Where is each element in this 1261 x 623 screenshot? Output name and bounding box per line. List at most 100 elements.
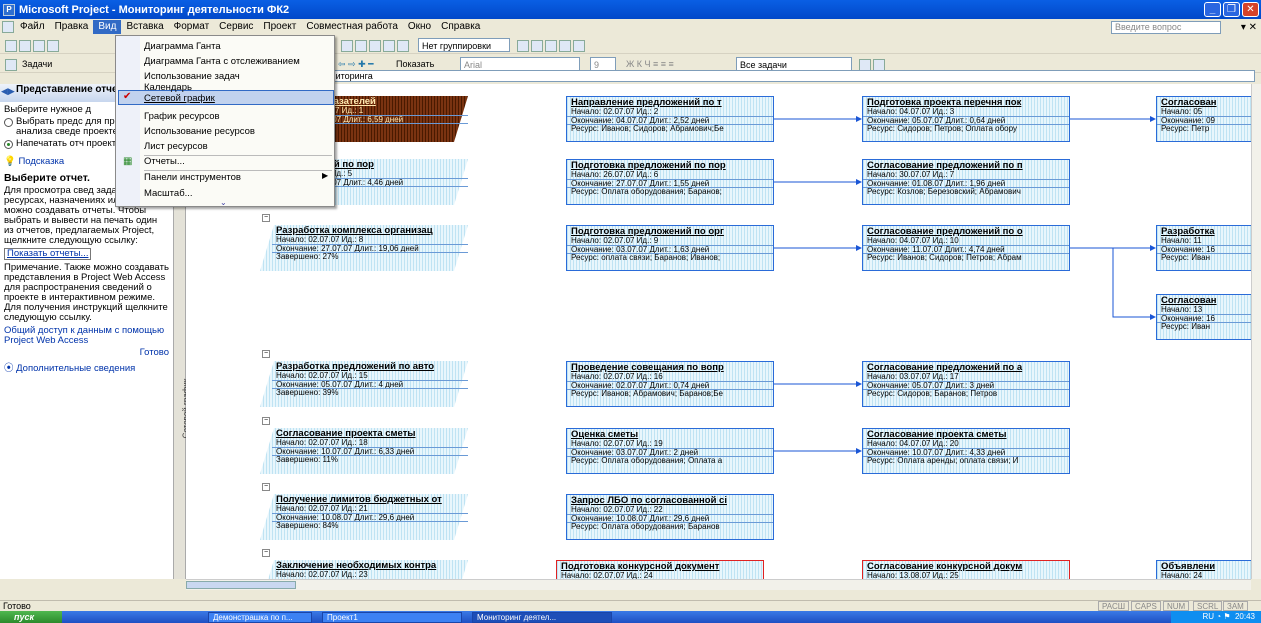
network-node[interactable]: Подготовка проекта перечня пок Начало: 04… [862, 96, 1070, 142]
option-print-report-label: Напечатать отч проекте [16, 138, 122, 149]
node-end: Окончание: 05.07.07 Длит.: 3 дней [863, 382, 1069, 390]
collapse-toggle-icon[interactable]: − [262, 417, 270, 425]
node-start: Начало: 26.07.07 Ид.: 6 [567, 171, 773, 180]
menu-insert[interactable]: Вставка [121, 20, 168, 34]
node-extra: Ресурс: Сидоров; Петров; Оплата обору [867, 125, 1017, 133]
expand-chevron-icon[interactable]: ⌄ [220, 198, 227, 207]
taskbar-item-3[interactable]: Мониторинг деятел... [472, 612, 612, 623]
network-node[interactable]: Согласование конкурсной докум Начало: 13.… [862, 560, 1070, 579]
autofilter-icon[interactable] [858, 57, 886, 71]
tasks-button[interactable]: Задачи [22, 57, 52, 71]
menu-item-toolbars[interactable]: Панели инструментов [144, 170, 241, 185]
menu-item-reports[interactable]: Отчеты... [144, 154, 185, 169]
done-button[interactable]: Готово [0, 348, 173, 358]
network-node[interactable]: Разработка комплекса организац Начало: 02… [260, 225, 468, 271]
menu-item-resource-usage[interactable]: Использование ресурсов [144, 124, 255, 139]
network-node[interactable]: Согласование предложений по п Начало: 30.… [862, 159, 1070, 205]
zoom-in-icon[interactable] [516, 38, 586, 52]
collapse-toggle-icon[interactable]: − [262, 483, 270, 491]
network-node[interactable]: Оценка сметы Начало: 02.07.07 Ид.: 19 Окон… [566, 428, 774, 474]
status-indicator-ovr: ЗАМ [1223, 601, 1248, 611]
menu-item-zoom[interactable]: Масштаб... [144, 186, 193, 201]
menu-item-gantt[interactable]: Диаграмма Ганта [144, 39, 221, 54]
tasks-icon[interactable] [4, 57, 18, 71]
scrollbar-thumb[interactable] [186, 581, 296, 589]
network-node[interactable]: Получение лимитов бюджетных от Начало: 02… [260, 494, 468, 540]
ask-question-input[interactable]: Введите вопрос [1111, 20, 1221, 34]
network-node[interactable]: Подготовка предложений по пор Начало: 26.… [566, 159, 774, 205]
node-start: Начало: 02.07.07 Ид.: 24 [557, 572, 763, 579]
node-extra: Завершено: 11% [276, 456, 338, 464]
node-end: Окончание: 05.07.07 Длит.: 0,64 дней [863, 117, 1069, 125]
status-text: Готово [3, 601, 31, 611]
network-node[interactable]: Разработка предложений по авто Начало: 02… [260, 361, 468, 407]
menu-view[interactable]: Вид [93, 20, 122, 34]
menu-file[interactable]: Файл [15, 20, 50, 34]
close-button[interactable]: ✕ [1242, 2, 1259, 17]
show-reports-link[interactable]: Показать отчеты... [4, 248, 92, 260]
node-start: Начало: 30.07.07 Ид.: 7 [863, 171, 1069, 180]
bold-italic-underline-icon[interactable]: Ж К Ч ≡ ≡ ≡ [626, 57, 674, 71]
network-node[interactable]: Подготовка предложений по орг Начало: 02.… [566, 225, 774, 271]
restore-button[interactable]: ❐ [1223, 2, 1240, 17]
taskbar-item-1[interactable]: Демонстрашка по п... [208, 612, 312, 623]
more-info-link[interactable]: ⦿ Дополнительные сведения [0, 364, 173, 374]
menu-tools[interactable]: Сервис [214, 20, 258, 34]
tray-clock: 20:43 [1234, 612, 1255, 621]
collapse-toggle-icon[interactable]: − [262, 549, 270, 557]
menu-format[interactable]: Формат [169, 20, 215, 34]
back-forward-icon[interactable]: ◀▶ [1, 87, 15, 98]
filter-select[interactable]: Все задачи [736, 57, 852, 71]
collapse-toggle-icon[interactable]: − [262, 350, 270, 358]
network-node[interactable]: Разработка Начало: 11 Окончание: 16 Ресурс:… [1156, 225, 1251, 271]
outline-arrows-icon[interactable]: ⇦ ⇨ ✚ ━ [338, 57, 374, 71]
group-by-select[interactable]: Нет группировки [418, 38, 510, 52]
network-node[interactable]: Согласование предложений по о Начало: 04.… [862, 225, 1070, 271]
show-button[interactable]: Показать [396, 57, 434, 71]
network-node[interactable]: ОбъявлениНачало: 24Окончание: [1156, 560, 1251, 579]
network-node[interactable]: Согласование предложений по а Начало: 03.… [862, 361, 1070, 407]
menu-help[interactable]: Справка [436, 20, 485, 34]
network-node[interactable]: Согласован Начало: 13 Окончание: 16 Ресурс:… [1156, 294, 1251, 340]
collapse-toggle-icon[interactable]: − [262, 214, 270, 222]
network-node[interactable]: Заключение необходимых контра Начало: 02.… [260, 560, 468, 579]
taskbar-item-2[interactable]: Проект1 [322, 612, 462, 623]
network-node[interactable]: Подготовка конкурсной документ Начало: 02… [556, 560, 764, 579]
start-button[interactable]: пуск [0, 611, 62, 623]
node-title: Объявлени [1161, 561, 1216, 572]
network-node[interactable]: Проведение совещания по вопр Начало: 02.0… [566, 361, 774, 407]
link-icon[interactable] [340, 38, 410, 52]
share-link[interactable]: Общий доступ к данным с помощью Project … [0, 326, 173, 346]
menu-item-network[interactable]: Сетевой график [144, 91, 215, 106]
node-extra: Ресурс: Оплата оборудования; Баранов; [571, 188, 722, 196]
network-node[interactable]: Согласование проекта сметы Начало: 04.07.… [862, 428, 1070, 474]
font-size-select[interactable]: 9 [590, 57, 616, 71]
network-diagram[interactable]: перечня показателейНачало: 02.07.07 Ид.:… [186, 84, 1251, 579]
horizontal-scrollbar[interactable] [186, 579, 1251, 590]
taskbar: пуск Демонстрашка по п... Проект1 Монито… [0, 611, 1261, 623]
menu-edit[interactable]: Правка [50, 20, 94, 34]
body-text-2: Примечание. Также можно создавать предст… [4, 262, 169, 323]
node-title: Подготовка конкурсной документ [561, 561, 720, 572]
node-start: Начало: 02.07.07 Ид.: 18 [272, 439, 468, 448]
vertical-scrollbar[interactable] [1251, 84, 1261, 579]
network-node[interactable]: Согласование проекта сметы Начало: 02.07.… [260, 428, 468, 474]
node-extra: Завершено: 84% [276, 522, 339, 530]
network-node[interactable]: Направление предложений по т Начало: 02.0… [566, 96, 774, 142]
menu-item-tracking-gantt[interactable]: Диаграмма Ганта с отслеживанием [144, 54, 300, 69]
menu-item-resource-graph[interactable]: График ресурсов [144, 109, 220, 124]
menu-item-resource-sheet[interactable]: Лист ресурсов [144, 139, 208, 154]
node-extra: Ресурс: Козлов; Березовский; Абрамович [867, 188, 1021, 196]
new-icon[interactable] [4, 38, 60, 52]
menu-collaborate[interactable]: Совместная работа [301, 20, 403, 34]
font-select[interactable]: Arial [460, 57, 580, 71]
entry-field[interactable]: й для мониторинга [290, 70, 1255, 82]
network-node[interactable]: Запрос ЛБО по согласованной сі Начало: 02… [566, 494, 774, 540]
minimize-button[interactable]: _ [1204, 2, 1221, 17]
network-node[interactable]: Согласован Начало: 05 Окончание: 09 Ресурс:… [1156, 96, 1251, 142]
menu-project[interactable]: Проект [258, 20, 301, 34]
doc-close-icon[interactable]: ▾ ✕ [1221, 22, 1261, 33]
dependency-arrow [1070, 247, 1156, 320]
node-title: Согласование конкурсной докум [867, 561, 1023, 572]
menu-window[interactable]: Окно [403, 20, 436, 34]
